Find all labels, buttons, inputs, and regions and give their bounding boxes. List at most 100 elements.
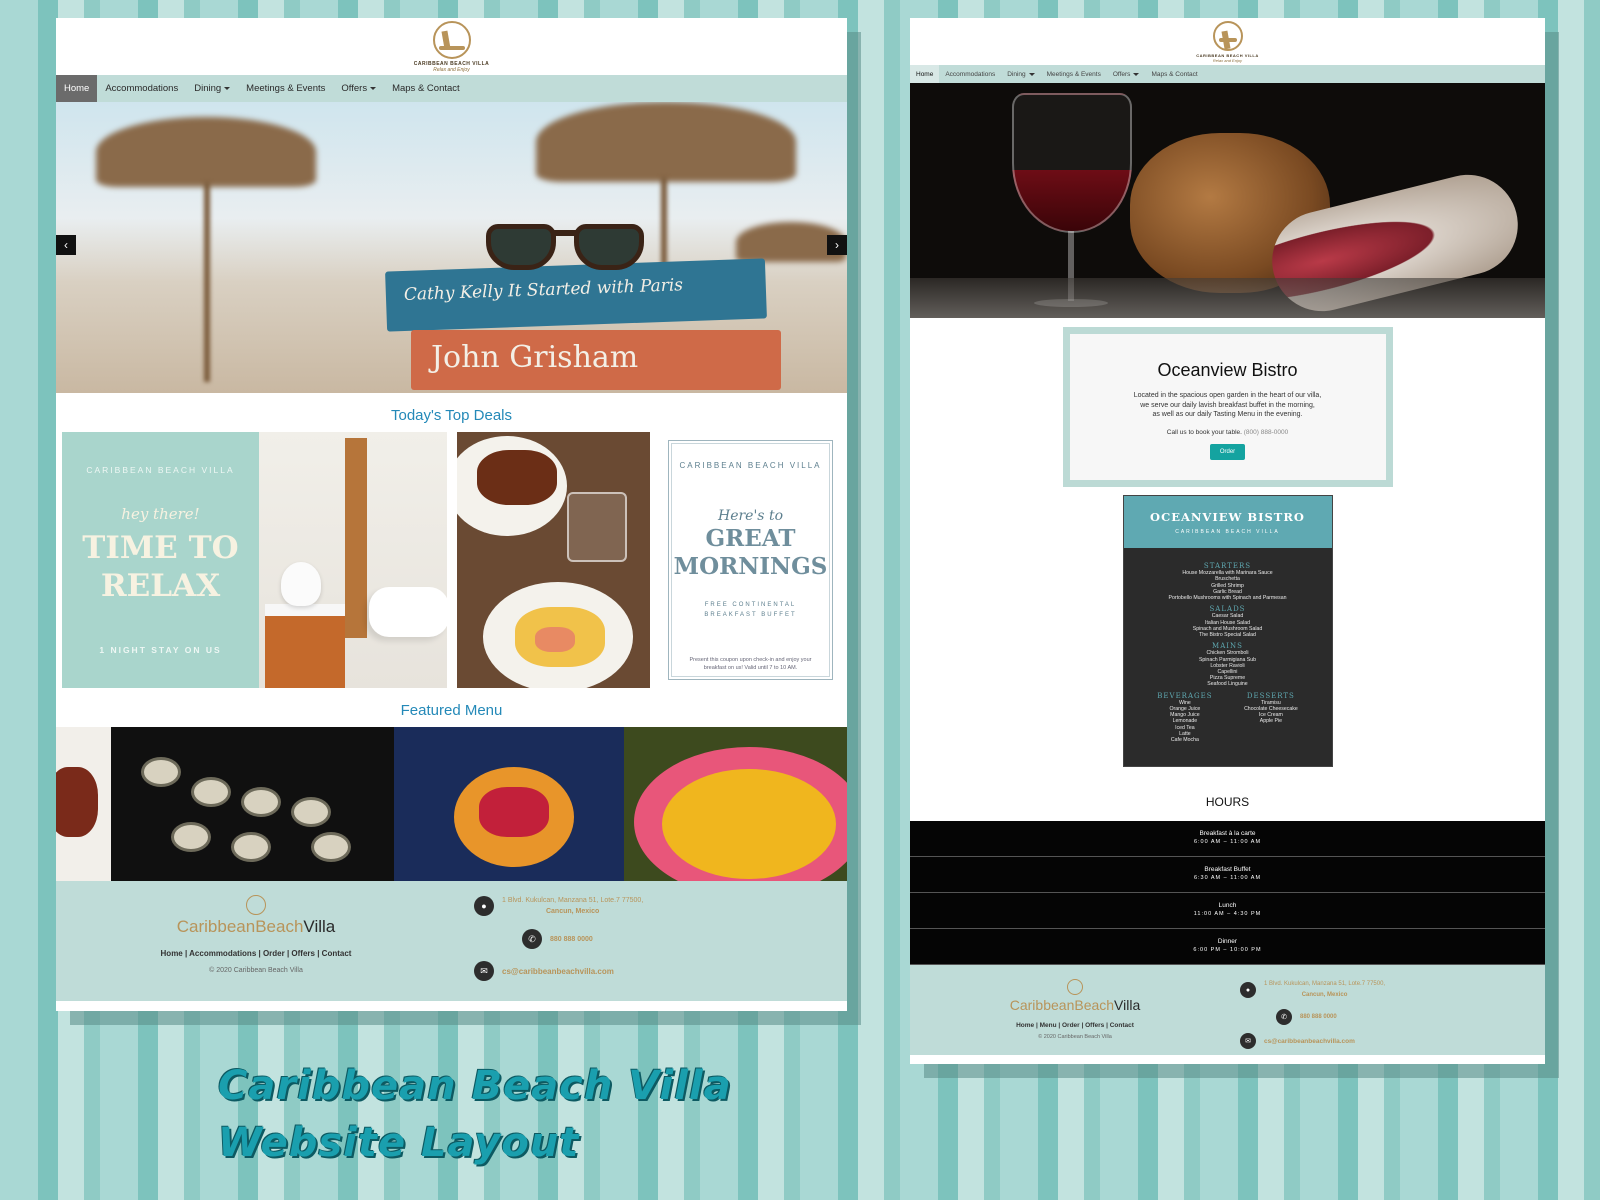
menu-card-header: OCEANVIEW BISTRO CARIBBEAN BEACH VILLA (1123, 496, 1332, 548)
nav-accommodations[interactable]: Accommodations (97, 75, 186, 102)
menu-photo-oysters[interactable] (111, 727, 394, 881)
menu-card-body: STARTERS House Mozzarella with Marinara … (1124, 548, 1332, 743)
footer-links[interactable]: Home | Menu | Order | Offers | Contact (1016, 1022, 1134, 1029)
deal-card-relax[interactable]: CARIBBEAN BEACH VILLA hey there! TIME TO… (62, 432, 447, 688)
food (535, 627, 575, 652)
site-logo[interactable]: CARIBBEAN BEACH VILLA Relax and Enjoy (1196, 20, 1259, 63)
oyster (191, 777, 231, 807)
nav-accommodations[interactable]: Accommodations (939, 65, 1001, 83)
hours-meal: Breakfast à la carte (1199, 830, 1256, 837)
address-city: Cancun, Mexico (545, 908, 600, 915)
nav-dining[interactable]: Dining (1001, 65, 1040, 83)
nav-maps-contact[interactable]: Maps & Contact (1145, 65, 1203, 83)
order-button[interactable]: Order (1209, 443, 1246, 460)
bedroom-photo (259, 432, 447, 688)
hours-meal: Breakfast Buffet (1204, 866, 1251, 873)
nav-dining[interactable]: Dining (186, 75, 238, 102)
nav-meetings-events[interactable]: Meetings & Events (1041, 65, 1107, 83)
coupon-line: GREAT (705, 525, 796, 552)
bistro-info-card: Oceanview Bistro Located in the spacious… (1062, 327, 1393, 487)
nav-meetings-events[interactable]: Meetings & Events (238, 75, 333, 102)
promo-line: TIME TO (82, 530, 239, 566)
nav-home[interactable]: Home (910, 65, 940, 83)
envelope-icon: ✉ (1240, 1033, 1256, 1049)
wine-glass (1012, 93, 1132, 233)
oyster (141, 757, 181, 787)
hero-carousel: Cathy Kelly It Started with Paris John G… (56, 102, 847, 393)
nav-label: Maps & Contact (1151, 70, 1198, 78)
menu-photo-soup[interactable] (624, 727, 847, 881)
menu-section-title: STARTERS (1203, 562, 1252, 570)
dining-hero-image (910, 83, 1545, 318)
palm-logo-icon (1212, 20, 1243, 51)
call-text: Call us to book your table. (1166, 428, 1242, 436)
nav-label: Home (916, 70, 934, 78)
site-footer: CaribbeanBeachVilla Home | Accommodation… (56, 881, 847, 1001)
menu-item: Cafe Mocha (1170, 737, 1199, 744)
footer-wordmark[interactable]: CaribbeanBeachVilla (177, 917, 335, 937)
email-row[interactable]: ✉ cs@caribbeanbeachvilla.com (474, 961, 847, 981)
oyster (171, 822, 211, 852)
phone-icon: ✆ (1276, 1009, 1292, 1025)
coupon-brand: CARIBBEAN BEACH VILLA (679, 461, 822, 470)
nav-offers[interactable]: Offers (333, 75, 384, 102)
phone-row[interactable]: ✆ 880 888 0000 (1240, 1009, 1545, 1025)
site-footer: CaribbeanBeachVilla Home | Menu | Order … (910, 965, 1545, 1055)
caption-line: Caribbean Beach Villa (218, 1063, 732, 1109)
coupon-free-line: BREAKFAST BUFFET (704, 612, 797, 618)
carousel-next-button[interactable]: › (827, 235, 847, 255)
headboard (345, 438, 367, 638)
carousel-prev-button[interactable]: ‹ (56, 235, 76, 255)
bistro-title: Oceanview Bistro (1157, 360, 1298, 380)
book-orange: John Grisham (411, 330, 781, 390)
call-phone[interactable]: (800) 888-0000 (1244, 429, 1288, 436)
oyster (231, 832, 271, 862)
hours-row: Dinner 6:00 PM – 10:00 PM (910, 929, 1545, 965)
featured-menu-strip (56, 727, 847, 881)
bistro-call: Call us to book your table. (800) 888-00… (1070, 429, 1386, 436)
menu-section-title: SALADS (1209, 605, 1246, 614)
hours-row: Breakfast Buffet 6:30 AM – 11:00 AM (910, 857, 1545, 893)
menu-photo-tuna[interactable] (394, 727, 624, 881)
wordmark-part: CaribbeanBeach (176, 917, 304, 936)
deals-title: Today's Top Deals (391, 407, 512, 424)
footer-brand: CaribbeanBeachVilla Home | Accommodation… (56, 895, 456, 1001)
hours-time: 6:00 PM – 10:00 PM (1193, 947, 1262, 953)
menu-card-subtitle: CARIBBEAN BEACH VILLA (1175, 529, 1280, 535)
menu-columns: BEVERAGES Wine Orange Juice Mango Juice … (1124, 688, 1332, 744)
coupon-free: FREE CONTINENTAL BREAKFAST BUFFET (704, 600, 796, 620)
deal-card-breakfast-photo[interactable] (457, 432, 650, 688)
nav-offers[interactable]: Offers (1107, 65, 1146, 83)
menu-item: Portobello Mushrooms with Spinach and Pa… (1168, 595, 1287, 602)
site-logo[interactable]: CARIBBEAN BEACH VILLA Relax and Enjoy (414, 20, 490, 73)
phone-row[interactable]: ✆ 880 888 0000 (474, 929, 847, 949)
promo-line: RELAX (100, 568, 221, 604)
vase (281, 562, 321, 606)
menu-photo-steak[interactable] (56, 727, 111, 881)
logo-tagline: Relax and Enjoy (1212, 57, 1243, 63)
nav-label: Accommodations (945, 70, 996, 78)
hours-title: HOURS (1205, 795, 1250, 809)
nav-maps-contact[interactable]: Maps & Contact (384, 75, 468, 102)
address-row: ● 1 Blvd. Kukulcan, Manzana 51, Lote.7 7… (1240, 979, 1545, 1001)
deal-card-mornings[interactable]: CARIBBEAN BEACH VILLA Here's to GREAT MO… (660, 432, 841, 688)
footer-links[interactable]: Home | Accommodations | Order | Offers |… (161, 949, 352, 958)
footer-wordmark[interactable]: CaribbeanBeachVilla (1010, 997, 1141, 1013)
address-row: ● 1 Blvd. Kukulcan, Manzana 51, Lote.7 7… (474, 895, 847, 917)
oyster (291, 797, 331, 827)
menu-section-title: MAINS (1212, 642, 1243, 651)
wordmark-part: CaribbeanBeach (1009, 997, 1115, 1013)
address-city: Cancun, Mexico (1301, 992, 1348, 998)
desc-line: Located in the spacious open garden in t… (1133, 392, 1322, 399)
caret-down-icon (1028, 72, 1035, 76)
beach-umbrella (96, 117, 316, 187)
email-row[interactable]: ✉ cs@caribbeanbeachvilla.com (1240, 1033, 1545, 1049)
palm-logo-icon (246, 895, 266, 915)
nav-home[interactable]: Home (56, 75, 98, 102)
address: 1 Blvd. Kukulcan, Manzana 51, Lote.7 775… (502, 895, 643, 917)
hours-meal: Dinner (1217, 938, 1238, 945)
nav-label: Maps & Contact (392, 83, 460, 94)
envelope-icon: ✉ (474, 961, 494, 981)
nav-label: Dining (1007, 70, 1026, 78)
palm-logo-icon (1067, 979, 1083, 995)
